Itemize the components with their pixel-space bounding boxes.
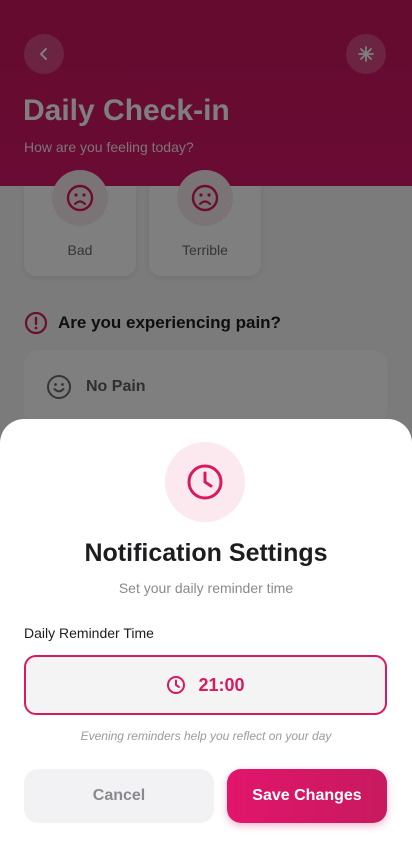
- sheet-icon-circle: [165, 442, 245, 522]
- save-changes-button[interactable]: Save Changes: [227, 769, 387, 823]
- clock-icon: [187, 464, 223, 500]
- reminder-time-value: 21:00: [198, 674, 245, 695]
- reminder-time-label: Daily Reminder Time: [24, 625, 154, 641]
- sheet-title: Notification Settings: [84, 539, 328, 567]
- cancel-button[interactable]: Cancel: [24, 769, 214, 823]
- clock-icon: [167, 676, 186, 694]
- reminder-time-picker[interactable]: 21:00: [24, 655, 387, 715]
- notification-settings-sheet: Notification Settings Set your daily rem…: [0, 419, 412, 859]
- reminder-hint: Evening reminders help you reflect on yo…: [80, 729, 332, 743]
- sheet-subtitle: Set your daily reminder time: [118, 580, 294, 596]
